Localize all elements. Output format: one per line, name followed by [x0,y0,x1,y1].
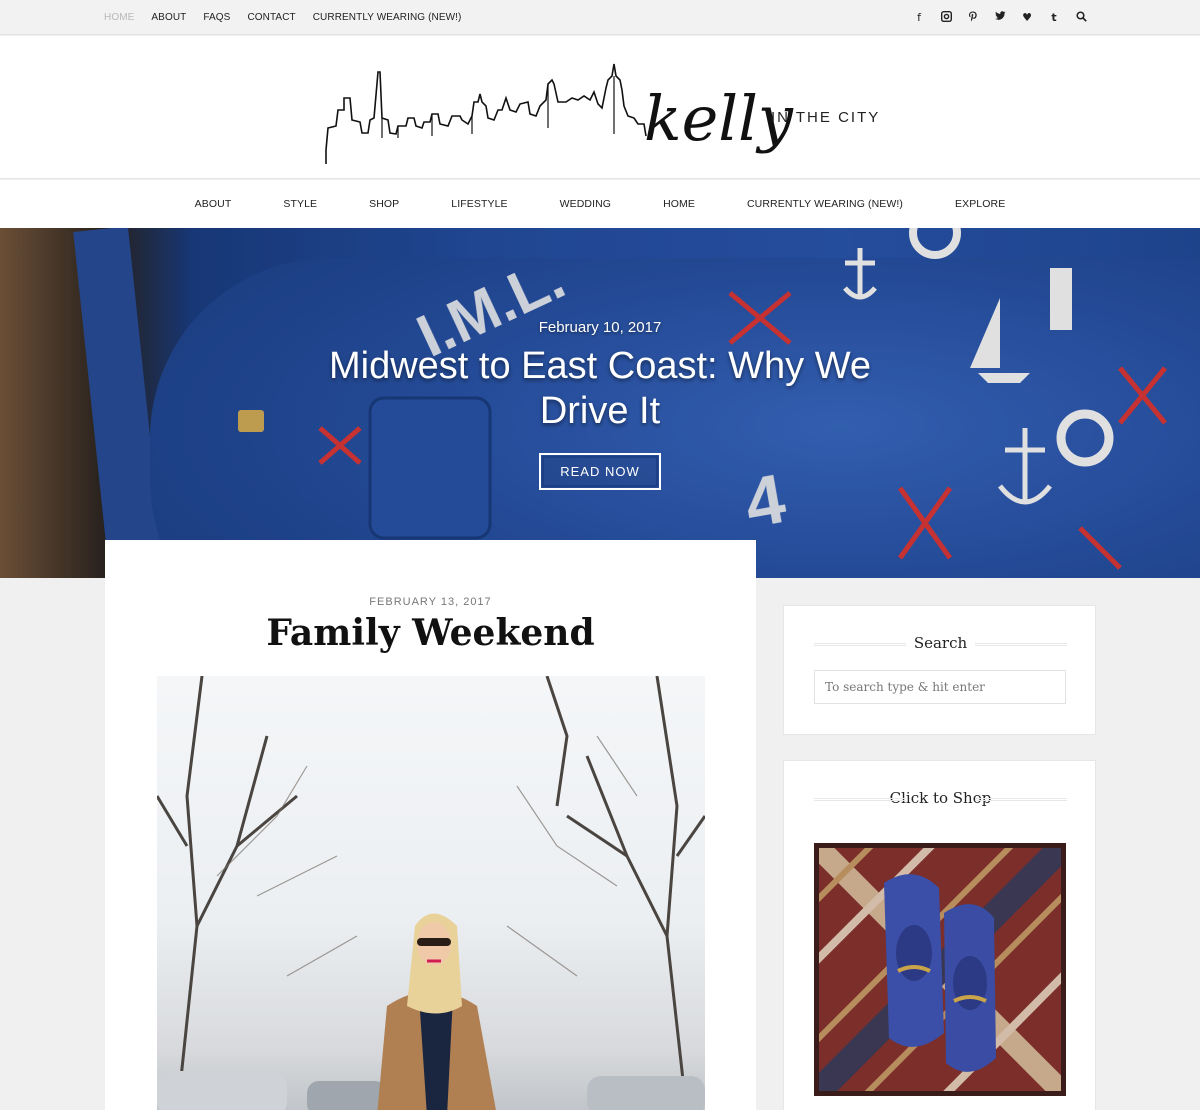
pinterest-icon[interactable] [966,11,980,25]
search-icon[interactable] [1074,10,1088,25]
instagram-icon[interactable] [939,10,953,25]
nav-item-explore[interactable]: EXPLORE [929,198,1031,210]
top-nav-currently-wearing[interactable]: CURRENTLY WEARING (NEW!) [313,12,462,23]
site-logo[interactable]: kelly IN THE CITY [322,58,882,168]
top-nav-about[interactable]: ABOUT [151,12,186,23]
post-title[interactable]: Family Weekend [105,612,756,654]
bloglovin-heart-icon[interactable]: ♥ [1020,11,1034,24]
shop-widget-title: Click to Shop [814,789,1067,807]
social-icons: f ♥ t [912,0,1088,35]
top-bar: HOME ABOUT FAQS CONTACT CURRENTLY WEARIN… [0,0,1200,35]
nav-item-home[interactable]: HOME [637,198,721,210]
svg-text:IN THE CITY: IN THE CITY [771,109,880,126]
post-card: FEBRUARY 13, 2017 Family Weekend [105,540,756,1110]
nav-item-shop[interactable]: SHOP [343,198,425,210]
hero-slider[interactable]: I.M.L. 4 February 10, 2017 Midwest to Ea… [0,228,1200,578]
shop-widget: Click to Shop [783,760,1096,1110]
search-input[interactable] [814,670,1066,704]
tumblr-icon[interactable]: t [1047,11,1061,24]
top-nav: HOME ABOUT FAQS CONTACT CURRENTLY WEARIN… [104,0,461,35]
top-nav-contact[interactable]: CONTACT [247,12,295,23]
post-date: FEBRUARY 13, 2017 [369,596,492,608]
post-image[interactable] [157,676,705,1110]
search-widget-title: Search [814,634,1067,652]
top-nav-home[interactable]: HOME [104,12,134,23]
read-now-button[interactable]: READ NOW [539,453,661,490]
nav-item-about[interactable]: ABOUT [169,198,258,210]
nav-item-wedding[interactable]: WEDDING [534,198,637,210]
hero-date: February 10, 2017 [538,319,662,336]
facebook-icon[interactable]: f [912,11,926,24]
shop-image-loafers[interactable] [814,843,1066,1096]
nav-item-style[interactable]: STYLE [257,198,343,210]
hero-title[interactable]: Midwest to East Coast: Why We Drive It [280,344,920,434]
search-widget: Search [783,605,1096,735]
site-header: kelly IN THE CITY [0,36,1200,179]
twitter-icon[interactable] [993,11,1007,24]
nav-item-lifestyle[interactable]: LIFESTYLE [425,198,533,210]
main-nav: ABOUT STYLE SHOP LIFESTYLE WEDDING HOME … [0,180,1200,228]
nav-item-currently-wearing[interactable]: CURRENTLY WEARING (NEW!) [721,198,929,210]
top-nav-faqs[interactable]: FAQS [203,12,230,23]
